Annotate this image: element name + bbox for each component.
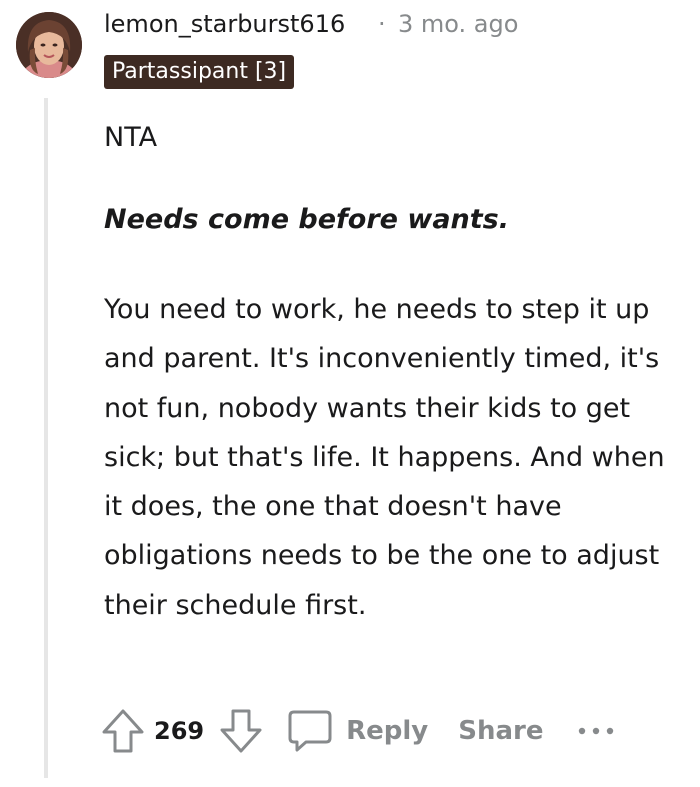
comment-action-bar: 269 Reply Share [100, 705, 616, 757]
share-button[interactable]: Share [458, 716, 543, 746]
comment-paragraph-emphasis: Needs come before wants. [104, 204, 509, 235]
comment-paragraph-body: You need to work, he needs to step it up… [104, 294, 665, 621]
meta-separator: · [378, 10, 386, 38]
vote-count: 269 [154, 717, 205, 745]
user-avatar[interactable] [16, 12, 82, 78]
avatar-photo-icon [16, 12, 82, 78]
more-options-icon[interactable] [576, 725, 616, 737]
comment-timestamp[interactable]: 3 mo. ago [398, 8, 518, 40]
reply-label: Reply [346, 716, 429, 746]
upvote-arrow-icon[interactable] [100, 707, 146, 755]
comment-paragraph-verdict: NTA [104, 122, 158, 153]
reply-speech-bubble-icon [286, 708, 334, 754]
downvote-arrow-icon[interactable] [218, 707, 264, 755]
comment-username[interactable]: lemon_starburst616 [104, 8, 345, 40]
reply-button[interactable]: Reply [286, 708, 428, 754]
thread-line[interactable] [44, 98, 48, 778]
user-flair-badge: Partassipant [3] [104, 55, 295, 89]
